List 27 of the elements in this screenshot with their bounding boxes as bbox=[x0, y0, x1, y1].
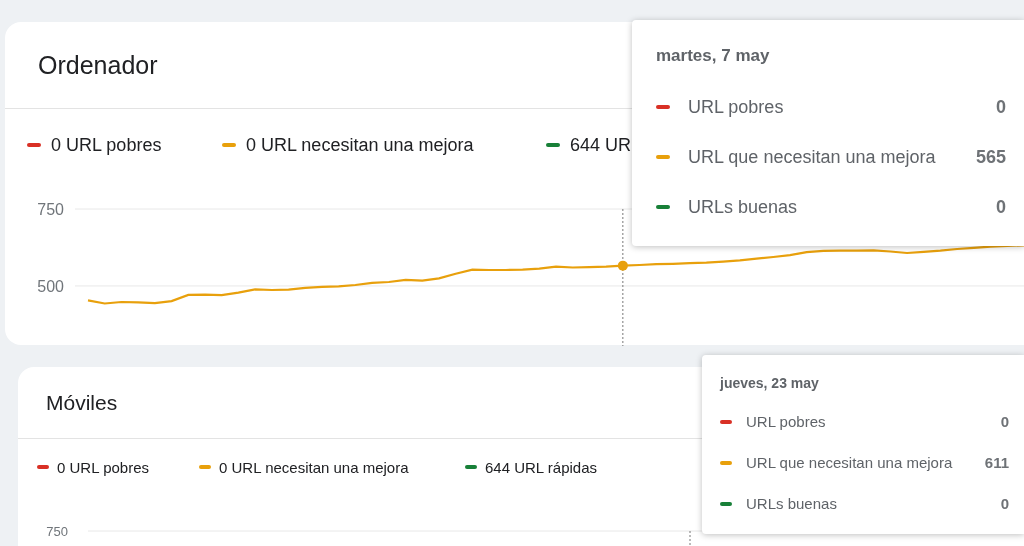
legend-label: 0 URL pobres bbox=[51, 134, 162, 156]
legend-label: 0 URL pobres bbox=[57, 458, 149, 476]
legend-label: 644 URL rápidas bbox=[485, 458, 597, 476]
legend-label: 644 UR bbox=[570, 134, 632, 156]
legend-label: 0 URL necesitan una mejora bbox=[219, 458, 409, 476]
tooltip-value: 611 bbox=[984, 454, 1009, 471]
tooltip-label: URLs buenas bbox=[746, 495, 838, 512]
card-title: Móviles bbox=[46, 390, 118, 415]
axis-label: 750 bbox=[46, 524, 68, 539]
crosshair-line bbox=[689, 530, 691, 546]
tooltip-label: URL pobres bbox=[746, 413, 827, 430]
tooltip-value: 0 bbox=[1000, 495, 1009, 512]
axis-label: 750 bbox=[37, 201, 64, 218]
legend-label: 0 URL necesitan una mejora bbox=[246, 134, 474, 156]
tooltip-value: 565 bbox=[975, 146, 1006, 168]
tooltip-value: 0 bbox=[996, 96, 1006, 118]
tooltip-date: jueves, 23 may bbox=[720, 375, 820, 391]
tooltip-label: URL que necesitan una mejora bbox=[746, 454, 954, 471]
tooltip-label: URLs buenas bbox=[688, 196, 799, 218]
axis-label: 500 bbox=[37, 277, 64, 295]
tooltip-value: 0 bbox=[996, 196, 1006, 218]
tooltip-date: martes, 7 may bbox=[656, 46, 771, 66]
card-title: Ordenador bbox=[38, 50, 158, 80]
tooltip-label: URL pobres bbox=[688, 96, 785, 118]
tooltip-value: 0 bbox=[1000, 413, 1009, 430]
hover-point bbox=[617, 260, 628, 271]
tooltip-label: URL que necesitan una mejora bbox=[688, 146, 937, 168]
